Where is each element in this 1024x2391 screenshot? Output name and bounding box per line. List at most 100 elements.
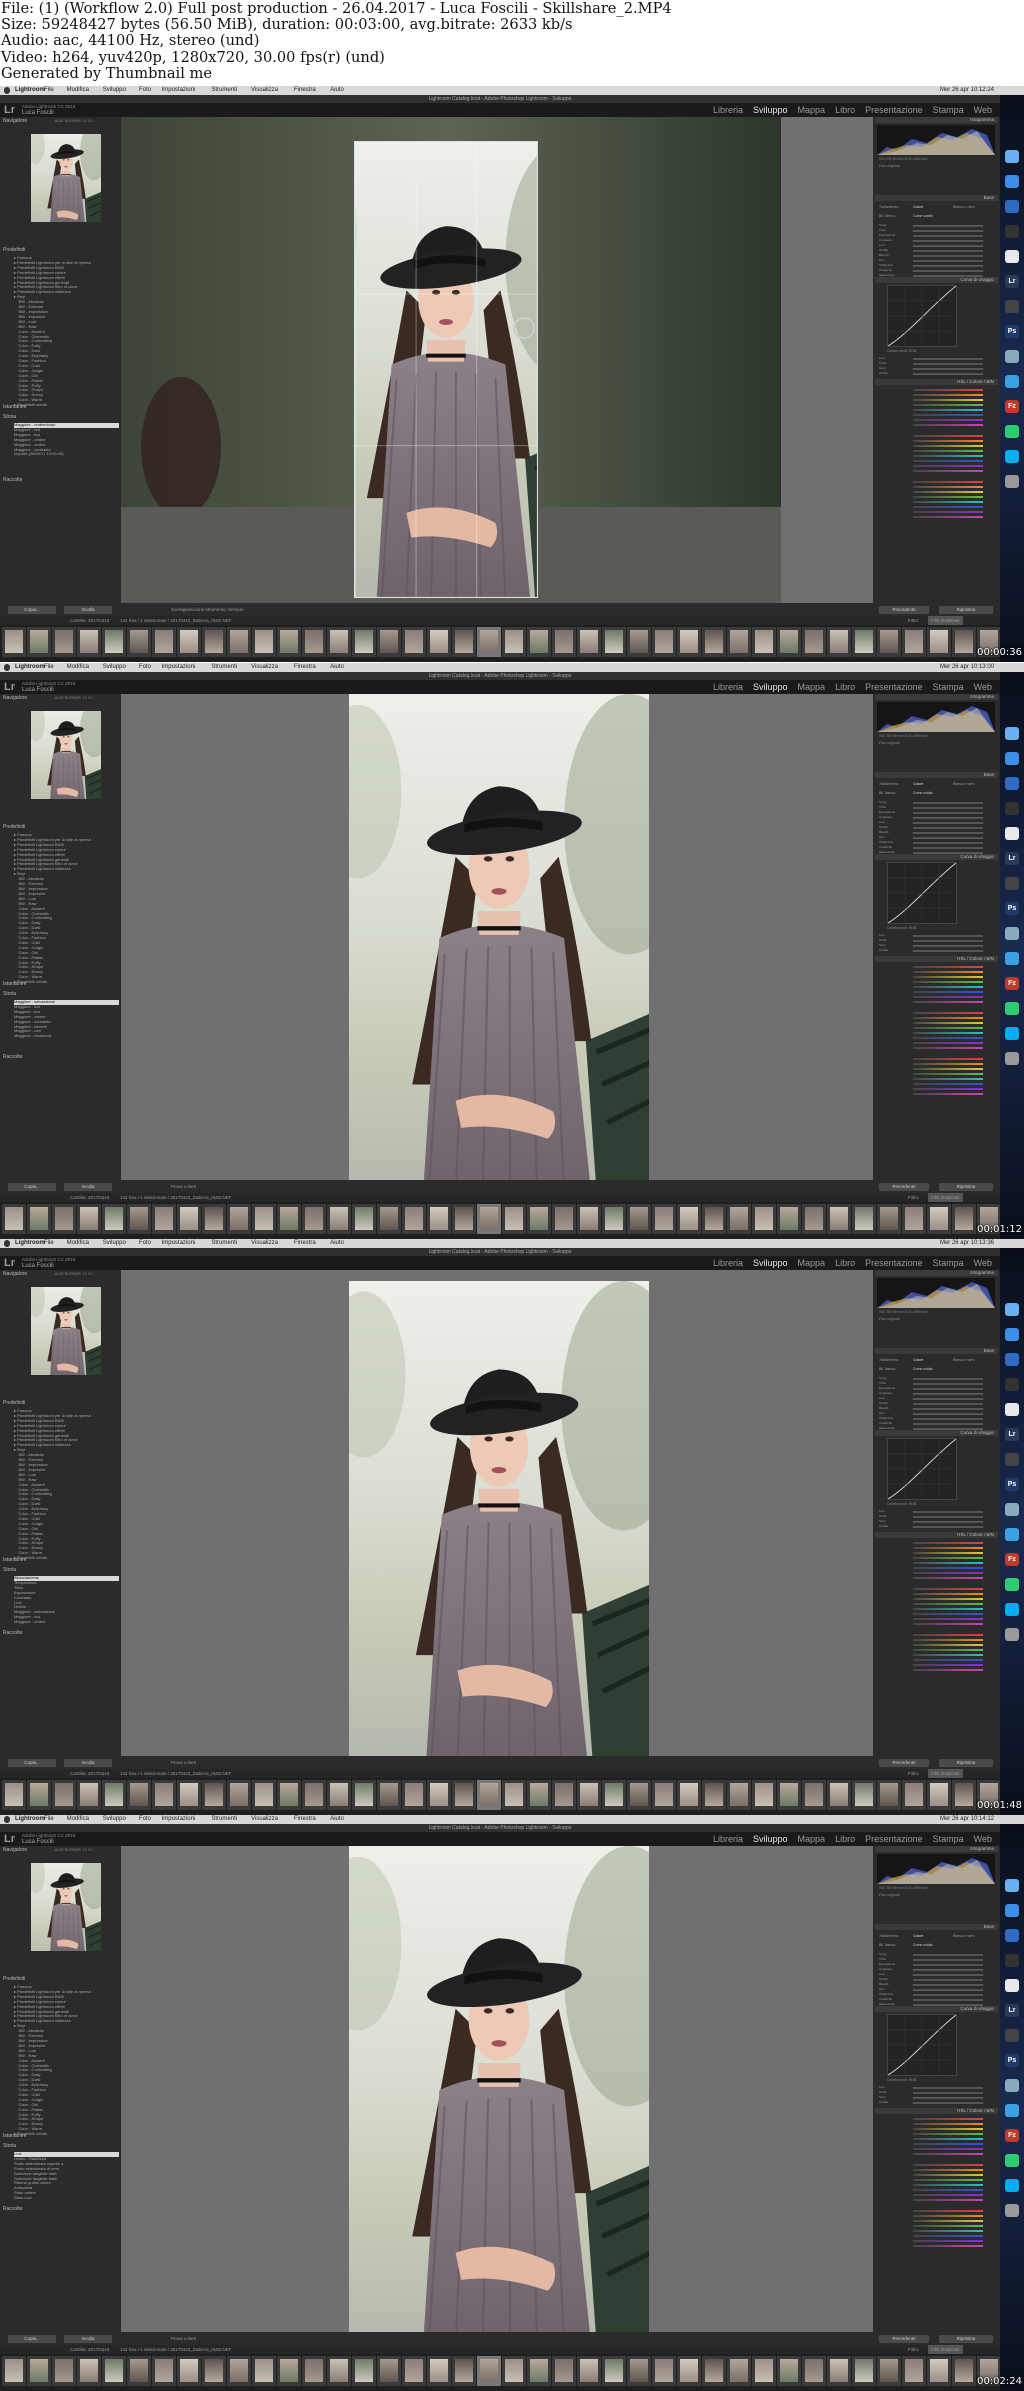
filmstrip-thumbnail[interactable] — [402, 1780, 426, 1810]
paste-button[interactable]: Incolla — [64, 2335, 112, 2343]
slider-track[interactable] — [913, 822, 983, 824]
lightroom-icon[interactable]: Lr — [1005, 275, 1019, 288]
wb-value[interactable]: Come scatto — [913, 214, 933, 218]
filmstrip-thumbnail[interactable] — [277, 2356, 301, 2386]
hsl-slider-track[interactable] — [913, 1562, 983, 1564]
menu-impostazioni[interactable]: Impostazioni — [162, 86, 196, 95]
image-canvas[interactable] — [121, 117, 873, 616]
navigator-title[interactable]: Navigatore — [3, 1847, 27, 1854]
filmstrip-thumbnail[interactable] — [627, 1780, 651, 1810]
apple-icon[interactable] — [4, 664, 10, 671]
module-stampa[interactable]: Stampa — [933, 1834, 964, 1844]
hsl-slider-track[interactable] — [913, 1618, 983, 1620]
slider-track[interactable] — [913, 1974, 983, 1976]
slider-track[interactable] — [913, 1388, 983, 1390]
histogram-title[interactable]: Istogramma — [875, 1846, 998, 1852]
filmstrip-thumbnail[interactable] — [277, 627, 301, 657]
filmstrip-thumbnail[interactable] — [577, 627, 601, 657]
preview-icon[interactable] — [1005, 1503, 1019, 1516]
filmstrip-thumbnail[interactable] — [377, 627, 401, 657]
filmstrip-thumbnail[interactable] — [27, 1204, 51, 1234]
menu-visualizza[interactable]: Visualizza — [251, 86, 278, 95]
menu-file[interactable]: File — [44, 86, 54, 95]
hsl-slider-track[interactable] — [913, 2153, 983, 2155]
filmstrip-thumbnail[interactable] — [927, 2356, 951, 2386]
hsl-title[interactable]: HSL / Colore / B/N — [875, 1532, 998, 1538]
hsl-slider-track[interactable] — [913, 394, 983, 396]
hsl-slider-track[interactable] — [913, 1552, 983, 1554]
filmstrip-thumbnail[interactable] — [452, 2356, 476, 2386]
filmstrip-thumbnail[interactable] — [352, 1204, 376, 1234]
hsl-slider-track[interactable] — [913, 2143, 983, 2145]
tone-curve-graph[interactable] — [887, 1438, 957, 1500]
module-presentazione[interactable]: Presentazione — [865, 1834, 923, 1844]
menu-visualizza[interactable]: Visualizza — [251, 1815, 278, 1824]
hsl-slider-track[interactable] — [913, 1083, 983, 1085]
module-web[interactable]: Web — [974, 1258, 992, 1268]
hsl-slider-track[interactable] — [913, 486, 983, 488]
safari-icon[interactable] — [1005, 175, 1019, 188]
facetime-icon[interactable] — [1005, 425, 1019, 438]
filmstrip-thumbnail[interactable] — [952, 1780, 976, 1810]
photos-icon[interactable] — [1005, 827, 1019, 840]
filmstrip-thumbnail[interactable] — [2, 1780, 26, 1810]
hsl-slider-track[interactable] — [913, 465, 983, 467]
navigator-title[interactable]: Navigatore — [3, 1271, 27, 1278]
filmstrip-thumbnail[interactable] — [777, 1780, 801, 1810]
slider-track[interactable] — [913, 225, 983, 227]
hsl-slider-track[interactable] — [913, 1037, 983, 1039]
filmstrip-thumbnail[interactable] — [927, 1780, 951, 1810]
filmstrip-thumbnail[interactable] — [902, 1780, 926, 1810]
filmstrip-thumbnail[interactable] — [77, 627, 101, 657]
snapshots-title[interactable]: Istantanee — [3, 1557, 26, 1564]
photos-icon[interactable] — [1005, 1403, 1019, 1416]
filmstrip-thumbnail[interactable] — [602, 1204, 626, 1234]
filmstrip-thumbnail[interactable] — [77, 2356, 101, 2386]
filmstrip-thumbnail[interactable] — [877, 2356, 901, 2386]
menu-impostazioni[interactable]: Impostazioni — [162, 1815, 196, 1824]
skype-icon[interactable] — [1005, 1027, 1019, 1040]
hsl-slider-track[interactable] — [913, 1557, 983, 1559]
menu-finestra[interactable]: Finestra — [294, 1239, 316, 1248]
filmstrip-thumbnail[interactable] — [77, 1780, 101, 1810]
filmstrip-thumbnail[interactable] — [777, 627, 801, 657]
preview-icon[interactable] — [1005, 927, 1019, 940]
filmstrip-thumbnail[interactable] — [727, 2356, 751, 2386]
filmstrip-thumbnail[interactable] — [827, 2356, 851, 2386]
navigator-title[interactable]: Navigatore — [3, 118, 27, 125]
hsl-slider-track[interactable] — [913, 986, 983, 988]
treatment-color[interactable]: Colore — [913, 1358, 923, 1362]
slider-track[interactable] — [913, 1383, 983, 1385]
menu-finestra[interactable]: Finestra — [294, 663, 316, 672]
presets-title[interactable]: Predefiniti — [3, 1976, 25, 1983]
hsl-slider-track[interactable] — [913, 1603, 983, 1605]
hsl-slider-track[interactable] — [913, 1613, 983, 1615]
hsl-title[interactable]: HSL / Colore / B/N — [875, 956, 998, 962]
filmstrip-thumbnail[interactable] — [302, 627, 326, 657]
menu-impostazioni[interactable]: Impostazioni — [162, 663, 196, 672]
filmstrip-thumbnail[interactable] — [227, 1780, 251, 1810]
slider-track[interactable] — [913, 1423, 983, 1425]
filezilla-icon[interactable]: Fz — [1005, 2129, 1019, 2142]
curve-channel[interactable]: Canale punti: RGB — [887, 2078, 916, 2082]
filter-value[interactable]: Filtri disattivati — [928, 2345, 963, 2354]
slider-track[interactable] — [913, 812, 983, 814]
filmstrip-thumbnail[interactable] — [552, 2356, 576, 2386]
filmstrip-thumbnail[interactable] — [877, 627, 901, 657]
menu-sviluppo[interactable]: Sviluppo — [103, 86, 126, 95]
curve-slider-track[interactable] — [913, 2102, 983, 2104]
filmstrip-thumbnail[interactable] — [227, 627, 251, 657]
filmstrip-thumbnail[interactable] — [452, 1204, 476, 1234]
filmstrip-thumbnail[interactable] — [177, 627, 201, 657]
slider-track[interactable] — [913, 240, 983, 242]
treatment-bw[interactable]: Bianco e nero — [953, 1934, 975, 1938]
collections-title[interactable]: Raccolte — [3, 2206, 22, 2213]
finder-icon[interactable] — [1005, 1303, 1019, 1316]
history-title[interactable]: Storia — [3, 1567, 16, 1574]
filmstrip-thumbnail[interactable] — [802, 2356, 826, 2386]
filmstrip-thumbnail[interactable] — [577, 2356, 601, 2386]
menu-finestra[interactable]: Finestra — [294, 1815, 316, 1824]
filmstrip-thumbnail[interactable] — [577, 1780, 601, 1810]
menu-modifica[interactable]: Modifica — [67, 86, 89, 95]
module-libreria[interactable]: Libreria — [713, 1834, 743, 1844]
